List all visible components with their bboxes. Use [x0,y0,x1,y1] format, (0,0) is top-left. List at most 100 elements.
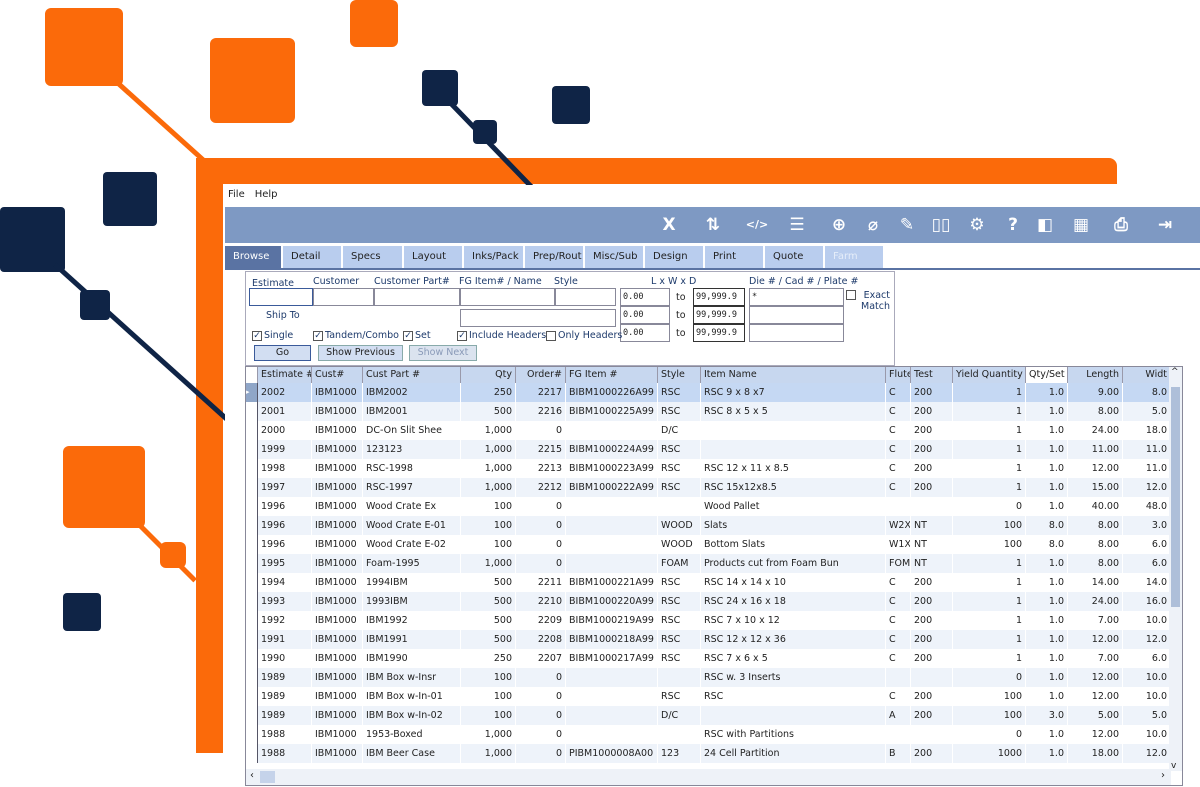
tab-inks-pack[interactable]: Inks/Pack [464,246,525,268]
table-row[interactable]: 1994 IBM1000 1994IBM 500 2211 BIBM1000221A99 R… [246,573,1171,592]
style-input[interactable] [555,288,616,306]
row-selector[interactable] [246,497,258,516]
row-selector[interactable] [246,725,258,744]
column-header-fg-item[interactable]: FG Item # [566,367,658,383]
row-selector[interactable] [246,668,258,687]
column-header-qty-set[interactable]: Qty/Set [1026,367,1068,383]
row-selector[interactable] [246,440,258,459]
column-header-style[interactable]: Style [658,367,701,383]
table-row[interactable]: 1989 IBM1000 IBM Box w-Insr 100 0 RSC w. 3 In… [246,668,1171,687]
column-header-length[interactable]: Length [1068,367,1123,383]
column-header-cust-part[interactable]: Cust Part # [363,367,461,383]
attach-icon[interactable]: ⌀ [861,213,885,237]
table-row[interactable]: 2000 IBM1000 DC-On Slit Shee 1,000 0 D/C C 200 1… [246,421,1171,440]
checkbox-box[interactable]: ✓ [313,330,323,341]
table-row[interactable]: 1988 IBM1000 IBM Beer Case 1,000 0 PIBM100000… [246,744,1171,763]
die-input-1[interactable]: * [749,288,844,306]
vertical-scrollbar[interactable]: ^ v [1169,367,1182,771]
exit-icon[interactable]: ⇥ [1153,213,1177,237]
customer-input[interactable] [313,288,374,306]
table-row[interactable]: 1996 IBM1000 Wood Crate E-01 100 0 WOOD Slats W… [246,516,1171,535]
scroll-thumb[interactable] [1171,387,1180,607]
table-row[interactable]: 1992 IBM1000 IBM1992 500 2209 BIBM1000219A99 R… [246,611,1171,630]
menu-help[interactable]: Help [255,189,278,200]
checkbox-tandem-combo[interactable]: ✓ Tandem/Combo [313,330,399,341]
table-row[interactable]: 1990 IBM1000 IBM1990 250 2207 BIBM1000217A99 R… [246,649,1171,668]
show-previous-button[interactable]: Show Previous [318,345,403,361]
column-header-test[interactable]: Test [911,367,953,383]
die-input-3[interactable] [749,324,844,342]
dim-from-input[interactable]: 0.00 [620,306,670,324]
checkbox-set[interactable]: ✓ Set [403,330,431,341]
book-icon[interactable]: ▯▯ [929,213,953,237]
table-row[interactable]: 1993 IBM1000 1993IBM 500 2210 BIBM1000220A99 R… [246,592,1171,611]
row-selector[interactable] [246,687,258,706]
table-row[interactable]: 1989 IBM1000 IBM Box w-In-02 100 0 D/C A 200 100… [246,706,1171,725]
column-header-width[interactable]: Widt [1123,367,1171,383]
tab-detail[interactable]: Detail [283,246,343,268]
table-row[interactable]: 2001 IBM1000 IBM2001 500 2216 BIBM1000225A99 R… [246,402,1171,421]
exact-match-checkbox[interactable]: Exact Match [846,290,890,312]
horizontal-scrollbar[interactable]: ‹ › [246,769,1171,785]
row-selector[interactable] [246,478,258,497]
row-selector[interactable] [246,554,258,573]
row-selector[interactable] [246,402,258,421]
checkbox-single[interactable]: ✓ Single [252,330,293,341]
die-input-2[interactable] [749,306,844,324]
file-view-icon[interactable]: ◧ [1033,213,1057,237]
dim-to-input[interactable]: 99,999.9 [693,306,745,324]
code-icon[interactable]: </> [745,213,769,237]
column-header-order[interactable]: Order# [516,367,566,383]
estimate-input[interactable] [249,288,313,306]
fg-item-input[interactable] [460,288,555,306]
checkbox-include-headers[interactable]: ✓ Include Headers [457,330,546,341]
menu-file[interactable]: File [228,189,245,200]
column-header-estimate[interactable]: Estimate # [258,367,312,383]
tab-quote[interactable]: Quote [765,246,825,268]
scroll-right-icon[interactable]: › [1161,770,1165,781]
table-row[interactable]: 1999 IBM1000 123123 1,000 2215 BIBM1000224A99… [246,440,1171,459]
tab-misc-sub[interactable]: Misc/Sub [585,246,645,268]
table-row[interactable]: ▸ 2002 IBM1000 IBM2002 250 2217 BIBM1000226A99… [246,383,1171,402]
report-icon[interactable]: ☰ [785,213,809,237]
row-selector[interactable] [246,649,258,668]
column-header-item-name[interactable]: Item Name [701,367,886,383]
dim-from-input[interactable]: 0.00 [620,288,670,306]
print-price-icon[interactable]: ⎙ [1109,213,1133,237]
checkbox-box[interactable]: ✓ [457,330,467,341]
column-header-cust[interactable]: Cust# [312,367,363,383]
row-selector[interactable]: ▸ [246,383,258,402]
go-button[interactable]: Go [254,345,311,361]
checkbox-box[interactable]: ✓ [252,330,262,341]
tab-print[interactable]: Print [705,246,765,268]
row-selector[interactable] [246,535,258,554]
window-settings-icon[interactable]: ⚙ [965,213,989,237]
row-selector[interactable] [246,706,258,725]
tab-layout[interactable]: Layout [404,246,464,268]
row-selector[interactable] [246,592,258,611]
table-row[interactable]: 1997 IBM1000 RSC-1997 1,000 2212 BIBM1000222A… [246,478,1171,497]
table-row[interactable]: 1998 IBM1000 RSC-1998 1,000 2213 BIBM1000223A… [246,459,1171,478]
tab-prep-rout[interactable]: Prep/Rout [525,246,585,268]
tab-farm[interactable]: Farm [825,246,885,268]
scroll-up-icon[interactable]: ^ [1171,367,1179,377]
notes-check-icon[interactable]: ✎ [895,213,919,237]
tab-design[interactable]: Design [645,246,705,268]
scroll-down-icon[interactable]: v [1171,761,1176,771]
calculator-icon[interactable]: ▦ [1069,213,1093,237]
excel-icon[interactable]: X [657,213,681,237]
table-row[interactable]: 1995 IBM1000 Foam-1995 1,000 0 FOAM Products c… [246,554,1171,573]
row-selector[interactable] [246,744,258,763]
add-icon[interactable]: ⊕ [827,213,851,237]
table-row[interactable]: 1996 IBM1000 Wood Crate E-02 100 0 WOOD Bottom… [246,535,1171,554]
row-selector[interactable] [246,459,258,478]
column-header-yield-qty[interactable]: Yield Quantity [953,367,1026,383]
checkbox-box[interactable] [846,290,856,300]
row-selector[interactable] [246,573,258,592]
scroll-thumb[interactable] [260,771,275,783]
column-header-flute[interactable]: Flute [886,367,911,383]
row-selector[interactable] [246,611,258,630]
dim-from-input[interactable]: 0.00 [620,324,670,342]
ship-to-input[interactable] [460,309,616,327]
help-icon[interactable]: ? [1001,213,1025,237]
